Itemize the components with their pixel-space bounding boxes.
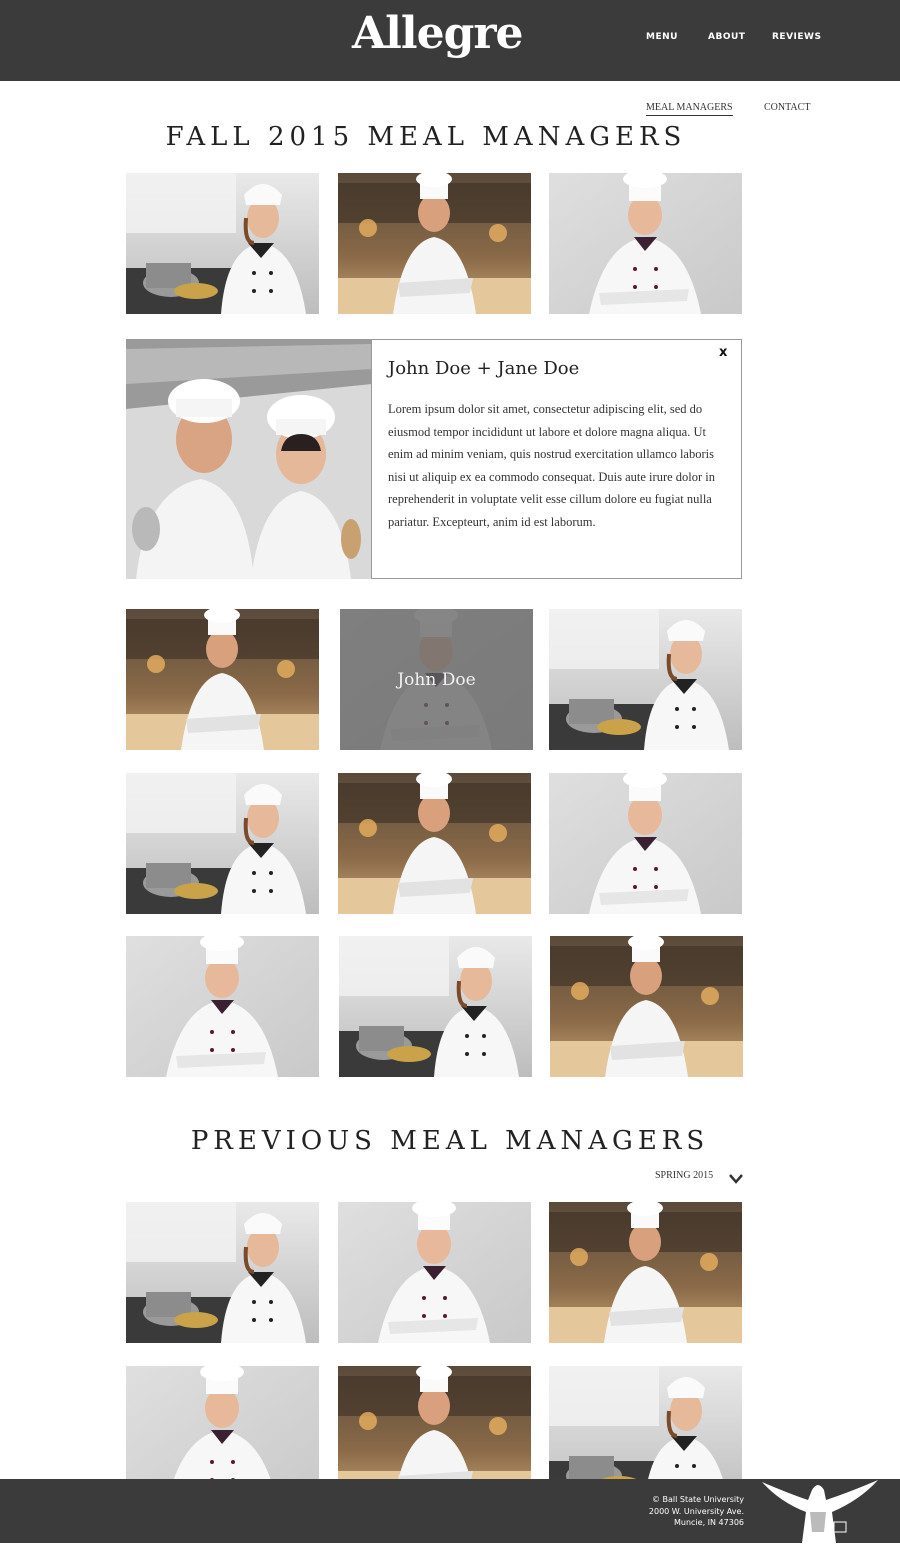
footer-street: 2000 W. University Ave. (648, 1506, 744, 1516)
manager-photo[interactable] (339, 936, 532, 1077)
chevron-down-icon[interactable] (729, 1170, 743, 1189)
expanded-manager-photo (126, 339, 372, 579)
manager-photo[interactable] (126, 936, 319, 1077)
previous-section-title: PREVIOUS MEAL MANAGERS (190, 1126, 710, 1156)
previous-manager-photo[interactable] (338, 1202, 531, 1343)
manager-photo[interactable] (549, 609, 742, 750)
manager-photo[interactable] (549, 173, 742, 314)
nav-about[interactable]: ABOUT (708, 32, 745, 42)
close-icon[interactable]: x (719, 345, 727, 360)
site-logo[interactable]: Allegre (352, 8, 524, 59)
manager-photo[interactable] (126, 173, 319, 314)
hover-manager-name: John Doe (397, 669, 476, 690)
subnav-meal-managers[interactable]: MEAL MANAGERS (646, 102, 733, 116)
cardinal-statue-icon (760, 1472, 880, 1547)
footer-city: Muncie, IN 47306 (673, 1518, 744, 1527)
nav-reviews[interactable]: REVIEWS (772, 32, 821, 42)
hover-overlay: John Doe (340, 609, 533, 750)
manager-photo[interactable] (126, 609, 319, 750)
previous-manager-photo[interactable] (126, 1202, 319, 1343)
nav-menu[interactable]: MENU (646, 32, 678, 42)
manager-photo[interactable] (550, 936, 743, 1077)
semester-dropdown[interactable]: SPRING 2015 (655, 1170, 713, 1181)
subnav-contact[interactable]: CONTACT (764, 102, 810, 113)
previous-manager-photo[interactable] (549, 1202, 742, 1343)
current-section-title: FALL 2015 MEAL MANAGERS (165, 122, 687, 152)
footer-address: © Ball State University 2000 W. Universi… (600, 1494, 744, 1529)
manager-photo[interactable] (338, 773, 531, 914)
detail-manager-bio: Lorem ipsum dolor sit amet, consectetur … (388, 402, 716, 529)
manager-photo-hovered[interactable]: John Doe (340, 609, 533, 750)
detail-manager-name: John Doe + Jane Doe (388, 358, 580, 379)
manager-photo[interactable] (549, 773, 742, 914)
footer-copyright: © Ball State University (652, 1495, 744, 1504)
manager-photo[interactable] (126, 773, 319, 914)
manager-photo[interactable] (338, 173, 531, 314)
